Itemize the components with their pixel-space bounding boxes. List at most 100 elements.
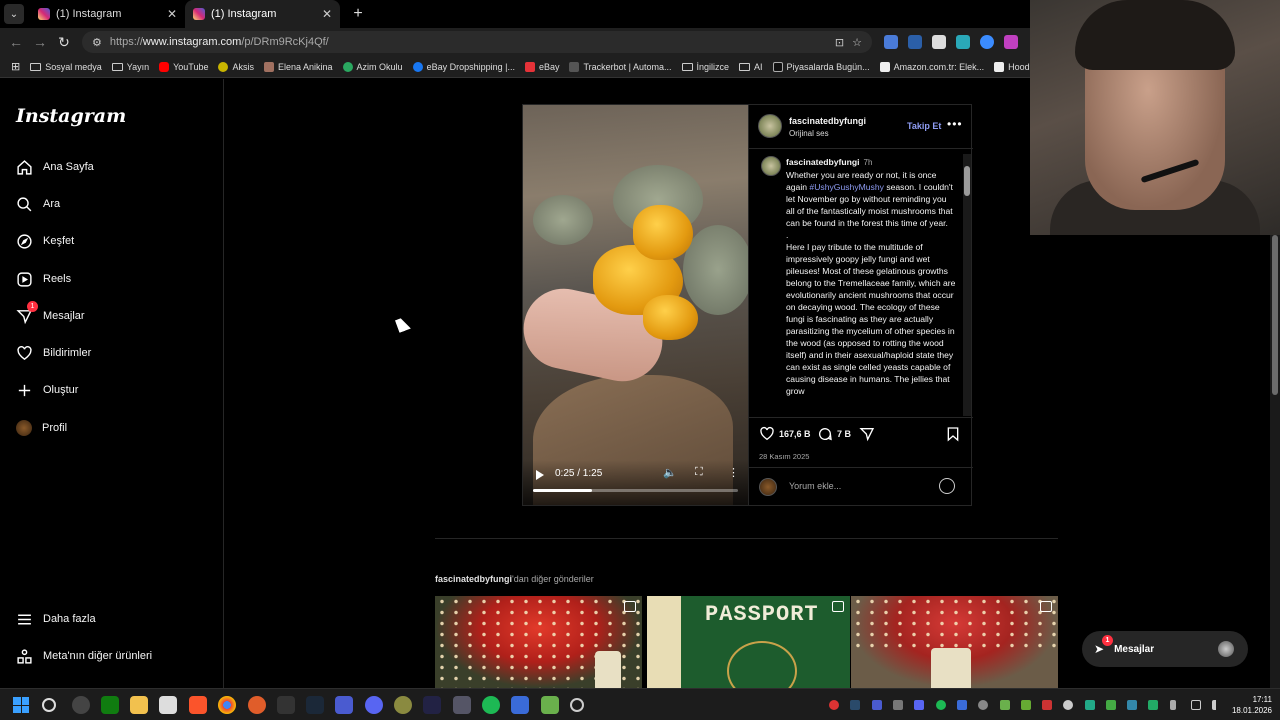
network-icon[interactable] [1191, 700, 1201, 710]
microphone-icon[interactable] [1170, 700, 1176, 710]
nav-item-meta-products[interactable]: Meta'nın diğer ürünleri [16, 645, 152, 667]
bookmark-item[interactable]: Amazon.com.tr: Elek... [875, 61, 990, 72]
hashtag-link[interactable]: #UshyGushyMushy [809, 182, 884, 192]
taskbar-clock[interactable]: 17:11 18.01.2026 [1222, 694, 1272, 716]
bookmark-item[interactable]: eBay [520, 61, 565, 72]
tray-icon[interactable] [1085, 700, 1095, 710]
app-icon[interactable] [453, 696, 471, 714]
audio-label[interactable]: Orijinal ses [789, 129, 829, 138]
app-icon[interactable] [394, 696, 412, 714]
author-username[interactable]: fascinatedbyfungi [789, 116, 866, 126]
bookmark-item[interactable]: AI [734, 62, 768, 72]
save-button[interactable] [945, 426, 961, 442]
browser-tab-active[interactable]: (1) Instagram ✕ [185, 0, 340, 28]
instagram-logo[interactable]: Instagram [16, 105, 126, 127]
nav-item-create[interactable]: Oluştur [16, 379, 78, 401]
app-icon[interactable] [335, 696, 353, 714]
caption-username[interactable]: fascinatedbyfungi [786, 157, 860, 167]
tray-icon[interactable] [1000, 700, 1010, 710]
start-button[interactable] [13, 697, 29, 713]
install-app-icon[interactable]: ⊡ [835, 36, 844, 49]
close-icon[interactable]: ✕ [167, 7, 177, 21]
tray-icon[interactable] [957, 700, 967, 710]
extension-icon[interactable] [956, 35, 970, 49]
tray-icon[interactable] [1106, 700, 1116, 710]
tray-icon[interactable] [872, 700, 882, 710]
bookmark-item[interactable]: eBay Dropshipping |... [408, 61, 520, 72]
apps-grid-icon[interactable]: ⊞ [6, 60, 25, 73]
more-post-thumbnail[interactable] [435, 596, 642, 688]
bookmark-item[interactable]: Piyasalarda Bugün... [768, 61, 875, 72]
tray-icon[interactable] [893, 700, 903, 710]
app-icon[interactable] [511, 696, 529, 714]
bookmark-star-icon[interactable]: ☆ [852, 36, 862, 49]
nav-item-search[interactable]: Ara [16, 193, 60, 215]
bookmark-item[interactable]: Elena Anikina [259, 61, 338, 72]
store-icon[interactable] [159, 696, 177, 714]
nav-item-notifications[interactable]: Bildirimler [16, 342, 91, 364]
spotify-icon[interactable] [482, 696, 500, 714]
steam-icon[interactable] [306, 696, 324, 714]
address-bar[interactable]: ⚙ https://www.instagram.com/p/DRm9RcKj4Q… [82, 31, 872, 53]
reload-button[interactable]: ↻ [52, 30, 76, 54]
back-button[interactable]: ← [4, 30, 28, 54]
volume-icon[interactable]: 🔈 [663, 466, 677, 479]
forward-button[interactable]: → [28, 30, 52, 54]
fullscreen-icon[interactable]: ⛶ [695, 466, 703, 479]
like-button[interactable]: 167,6 B [759, 426, 811, 442]
bookmark-item[interactable]: İngilizce [677, 62, 735, 72]
discord-icon[interactable] [365, 696, 383, 714]
tray-icon[interactable] [1127, 700, 1137, 710]
app-icon[interactable] [72, 696, 90, 714]
tray-icon[interactable] [850, 700, 860, 710]
caption-avatar[interactable] [761, 156, 781, 176]
tray-icon[interactable] [914, 700, 924, 710]
bookmark-item[interactable]: Trackerbot | Automa... [564, 61, 676, 72]
nav-item-profile[interactable]: Profil [16, 417, 67, 439]
author-avatar[interactable] [758, 114, 782, 138]
nav-item-reels[interactable]: Reels [16, 268, 71, 290]
more-post-thumbnail[interactable] [851, 596, 1058, 688]
app-icon[interactable] [423, 696, 441, 714]
follow-button[interactable]: Takip Et [907, 121, 941, 131]
extension-icon[interactable] [932, 35, 946, 49]
bookmark-item[interactable]: Azim Okulu [338, 61, 408, 72]
nav-item-more[interactable]: Daha fazla [16, 608, 96, 630]
nav-item-messages[interactable]: 1 Mesajlar [16, 301, 85, 327]
tray-icon[interactable] [978, 700, 988, 710]
tab-search-button[interactable]: ⌄ [4, 4, 24, 24]
volume-icon[interactable] [1212, 700, 1222, 710]
app-icon[interactable] [248, 696, 266, 714]
emoji-icon[interactable] [939, 478, 955, 494]
more-options-icon[interactable]: ••• [947, 117, 963, 131]
tray-icon[interactable] [829, 700, 839, 710]
more-options-icon[interactable]: ⋮ [728, 466, 739, 479]
search-icon[interactable] [42, 698, 56, 712]
site-info-icon[interactable]: ⚙ [92, 36, 102, 49]
xbox-icon[interactable] [101, 696, 119, 714]
page-scrollbar[interactable] [1270, 235, 1280, 688]
bookmark-item[interactable]: YouTube [154, 61, 213, 72]
tray-icon[interactable] [1042, 700, 1052, 710]
browser-tab[interactable]: (1) Instagram ✕ [30, 0, 185, 28]
play-icon[interactable] [536, 470, 544, 480]
tray-icon[interactable] [1063, 700, 1073, 710]
comment-input[interactable]: Yorum ekle... [789, 481, 841, 491]
new-tab-button[interactable]: + [346, 2, 370, 26]
caption-scrollbar[interactable] [963, 154, 971, 416]
bookmark-item[interactable]: Aksis [213, 61, 259, 72]
extension-icon[interactable] [1004, 35, 1018, 49]
tray-icon[interactable] [1021, 700, 1031, 710]
close-icon[interactable]: ✕ [322, 7, 332, 21]
file-explorer-icon[interactable] [130, 696, 148, 714]
comment-button[interactable]: 7 B [817, 426, 851, 442]
translate-extension-icon[interactable] [884, 35, 898, 49]
nav-item-home[interactable]: Ana Sayfa [16, 156, 94, 178]
epic-games-icon[interactable] [277, 696, 295, 714]
scrollbar-thumb[interactable] [1272, 235, 1278, 395]
chrome-icon[interactable] [218, 696, 236, 714]
bookmark-item[interactable]: Sosyal medya [25, 62, 107, 72]
nav-item-explore[interactable]: Keşfet [16, 230, 74, 252]
brave-icon[interactable] [189, 696, 207, 714]
post-video[interactable]: 0:25 / 1:25 🔈 ⛶ ⋮ [523, 105, 748, 505]
